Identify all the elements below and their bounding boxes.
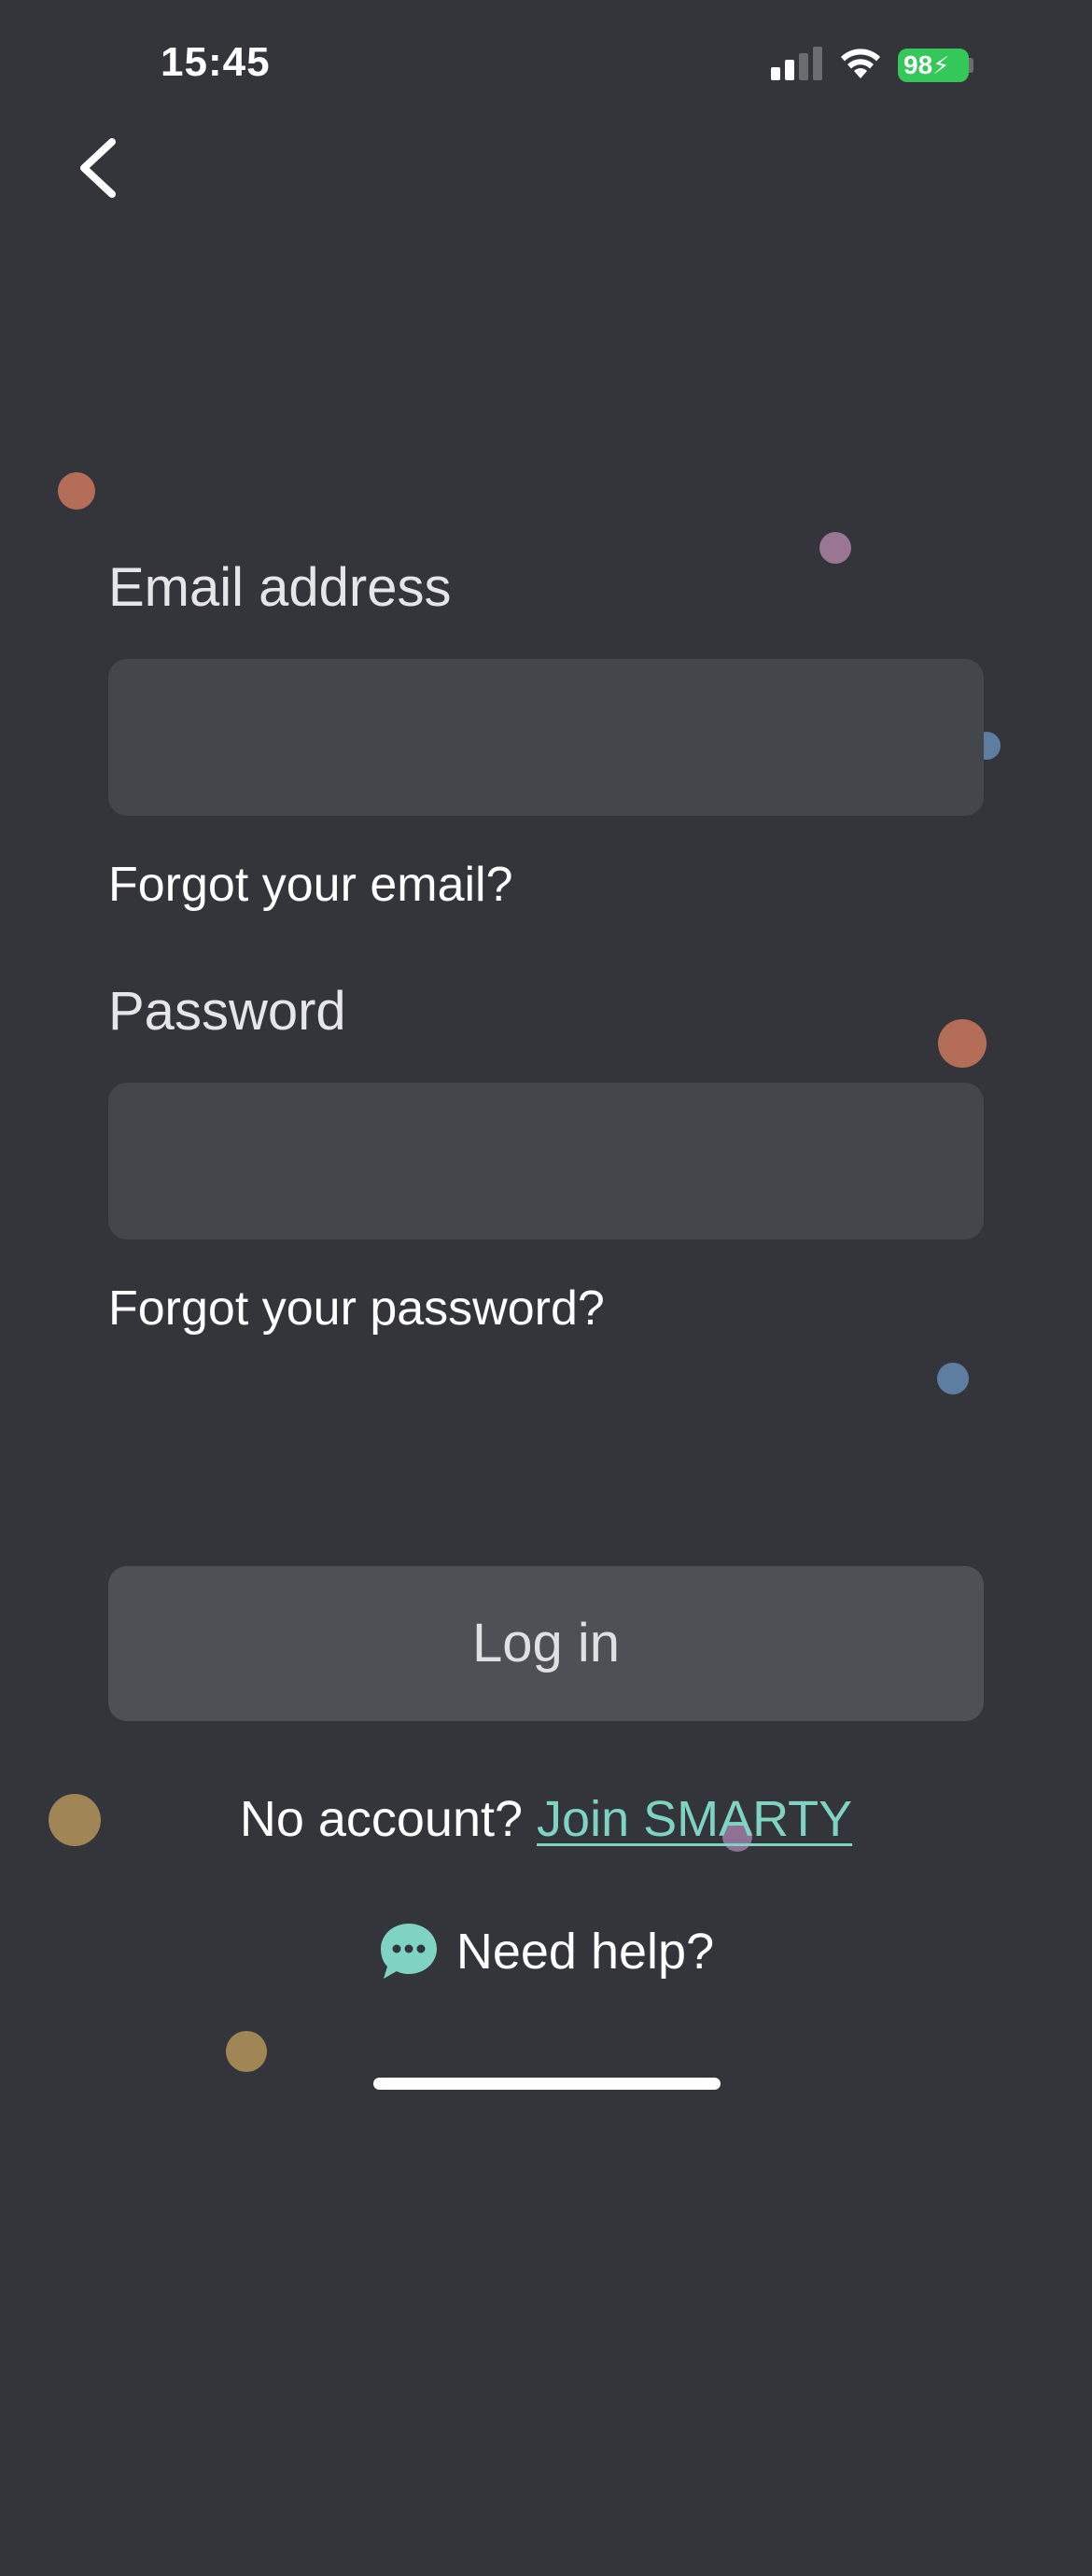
login-screen: 15:45 98⚡ Email address Forgot your emai… bbox=[0, 0, 1092, 2576]
email-field[interactable] bbox=[108, 659, 984, 816]
forgot-password-link[interactable]: Forgot your password? bbox=[108, 1281, 605, 1337]
status-time: 15:45 bbox=[161, 39, 271, 85]
wifi-icon bbox=[841, 49, 880, 78]
decor-dot bbox=[58, 472, 95, 510]
signup-row: No account? Join SMARTY bbox=[0, 1790, 1092, 1848]
login-button[interactable]: Log in bbox=[108, 1566, 984, 1721]
join-link[interactable]: Join SMARTY bbox=[537, 1791, 852, 1847]
password-label: Password bbox=[108, 981, 346, 1042]
battery-cap bbox=[969, 58, 973, 73]
home-indicator bbox=[373, 2078, 721, 2090]
forgot-email-link[interactable]: Forgot your email? bbox=[108, 857, 513, 913]
help-row[interactable]: Need help? bbox=[0, 1921, 1092, 1995]
chevron-left-icon[interactable] bbox=[65, 131, 131, 205]
signup-prompt: No account? bbox=[239, 1791, 524, 1847]
help-label: Need help? bbox=[455, 1924, 715, 1980]
password-field[interactable] bbox=[108, 1083, 984, 1239]
decor-dot bbox=[937, 1363, 969, 1394]
decor-dot bbox=[938, 1019, 987, 1068]
battery-charging-icon: 98⚡ bbox=[898, 49, 969, 82]
bolt-icon: ⚡ bbox=[932, 51, 950, 79]
email-label: Email address bbox=[108, 557, 452, 618]
cellular-signal-icon bbox=[771, 47, 822, 80]
decor-dot bbox=[226, 2031, 267, 2072]
battery-level: 98 bbox=[903, 50, 933, 79]
chat-bubble-icon bbox=[380, 1924, 437, 1979]
decor-dot bbox=[819, 532, 851, 564]
